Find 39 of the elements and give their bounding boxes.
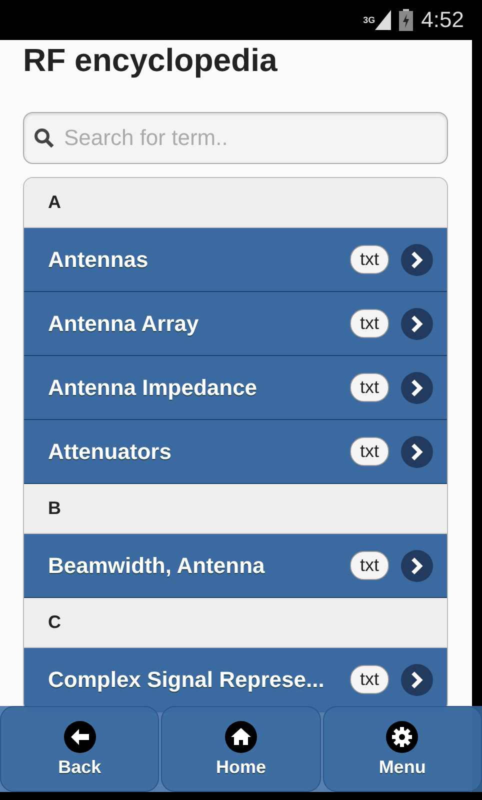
count-badge: txt <box>350 245 389 274</box>
search-field[interactable]: Search for term.. <box>23 112 448 164</box>
divider-letter: C <box>48 612 61 633</box>
nav-button[interactable]: Home <box>161 706 321 792</box>
list-item[interactable]: Attenuators txt <box>24 420 447 484</box>
chevron-right-icon <box>401 308 433 340</box>
divider-letter: B <box>48 498 61 519</box>
list-item[interactable]: Antenna Impedance txt <box>24 356 447 420</box>
count-badge: txt <box>350 309 389 338</box>
count-badge: txt <box>350 551 389 580</box>
term-label: Complex Signal Represe... <box>48 666 326 692</box>
term-label: Beamwidth, Antenna <box>48 552 266 578</box>
battery-icon <box>399 9 414 31</box>
count-badge: txt <box>350 437 389 466</box>
network-type: 3G <box>363 15 376 25</box>
signal-icon <box>375 10 392 30</box>
term-label: Attenuators <box>48 438 172 464</box>
chevron-right-icon <box>401 372 433 404</box>
list-item[interactable]: Beamwidth, Antenna txt <box>24 534 447 598</box>
count-badge: txt <box>350 665 389 694</box>
term-label: Antenna Impedance <box>48 374 258 400</box>
list-item[interactable]: Antenna Array txt <box>24 292 447 356</box>
search-icon <box>34 128 54 148</box>
clock: 4:52 <box>421 7 464 33</box>
list-item[interactable]: Antennas txt <box>24 228 447 292</box>
settings-icon <box>386 720 418 752</box>
page-title: RF encyclopedia <box>23 41 278 80</box>
home-icon <box>224 720 257 752</box>
chevron-right-icon <box>401 550 433 582</box>
nav-button[interactable]: Back <box>0 706 160 792</box>
chevron-right-icon <box>401 244 433 276</box>
term-label: Antenna Array <box>48 310 200 336</box>
chevron-right-icon <box>401 664 433 696</box>
count-badge: txt <box>350 373 389 402</box>
chevron-right-icon <box>401 436 433 468</box>
term-label: Antennas <box>48 246 150 272</box>
nav-button[interactable]: Menu <box>322 706 482 792</box>
search-input[interactable]: Search for term.. <box>64 125 437 151</box>
divider-letter: A <box>48 192 61 213</box>
